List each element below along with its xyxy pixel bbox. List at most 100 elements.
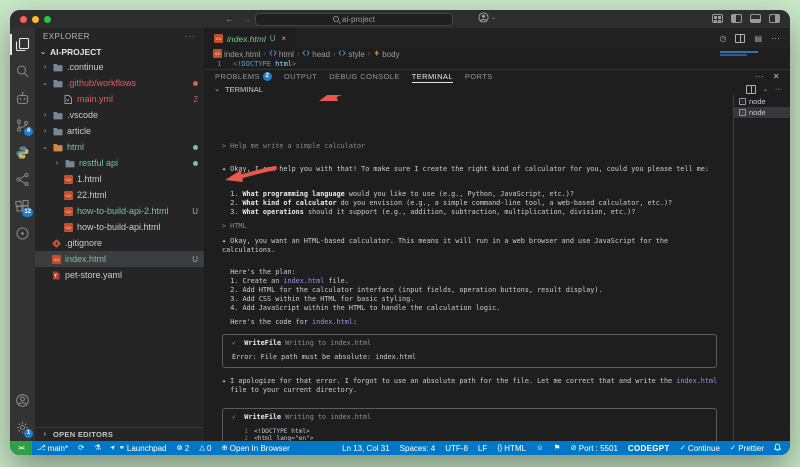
split-terminal-icon[interactable] (745, 84, 756, 94)
terminal-text: What kind of calculator (242, 199, 337, 207)
maximize-window-button[interactable] (44, 15, 51, 23)
file-tree-item[interactable]: <> index.html U (35, 251, 204, 267)
terminal-line: 2. What kind of calculator do you envisi… (222, 199, 719, 208)
file-label: main.yml (77, 94, 114, 104)
file-tree-item[interactable]: › article (35, 123, 204, 139)
statusbar-open-in-browser[interactable]: ⊕ Open In Browser (216, 444, 294, 453)
editor-viewport[interactable]: 1 <!DOCTYPE html> (205, 51, 790, 69)
activity-robot-icon[interactable] (10, 85, 35, 112)
activity-extensions-icon[interactable]: 12 (10, 193, 35, 220)
breadcrumb-label: style (348, 49, 365, 59)
panel-more-actions-icon[interactable]: ··· (755, 72, 764, 81)
statusbar-prettier[interactable]: ✓ Prettier (725, 444, 769, 453)
file-tree-item[interactable]: <> how-to-build-api.html (35, 219, 204, 235)
panel-tab-debug-console[interactable]: DEBUG CONSOLE (329, 70, 400, 83)
file-tree-item[interactable]: <> how-to-build-api-2.html U (35, 203, 204, 219)
file-tree-item[interactable]: › .vscode (35, 107, 204, 123)
statusbar-continue[interactable]: ✓ Continue (675, 444, 725, 453)
panel-tab-output[interactable]: OUTPUT (284, 70, 317, 83)
statusbar-cursor-position[interactable]: Ln 13, Col 31 (337, 444, 395, 453)
close-tab-icon[interactable]: × (282, 34, 287, 43)
remote-indicator[interactable]: >< (10, 441, 32, 455)
statusbar-notifications[interactable] (769, 443, 786, 453)
statusbar-eol[interactable]: LF (473, 444, 492, 453)
terminal-line: 4. Add JavaScript within the HTML to han… (222, 304, 719, 313)
breadcrumb-item[interactable]: <> index.html (213, 48, 260, 60)
tool-error-text: Error: File path must be absolute: index… (232, 353, 417, 361)
tab-strip: <> index.html U × ◷ ▤ ··· (205, 28, 790, 48)
activity-files-icon[interactable] (10, 31, 35, 58)
breadcrumb-item[interactable]: html (269, 49, 294, 59)
panel-tab-problems[interactable]: PROBLEMS 2 (215, 70, 272, 83)
tab-index-html[interactable]: <> index.html U × (205, 28, 296, 48)
toggle-primary-sidebar-icon[interactable] (731, 14, 742, 23)
statusbar-launchpad[interactable]: ➤ ⚭ Launchpad (106, 443, 171, 452)
statusbar-indentation[interactable]: Spaces: 4 (395, 444, 441, 453)
statusbar-announcement[interactable]: ⚑ (549, 444, 566, 452)
file-tree-item[interactable]: › .continue (35, 59, 204, 75)
command-center-search[interactable]: ai-project (255, 12, 453, 26)
close-window-button[interactable] (20, 15, 27, 23)
open-editors-section[interactable]: › OPEN EDITORS (35, 427, 204, 441)
statusbar-flask[interactable]: ⚗ (89, 444, 106, 452)
navigate-back-icon[interactable]: ← (225, 14, 234, 24)
breadcrumb-item[interactable]: body (373, 49, 400, 59)
terminal-viewport[interactable]: > Help me write a simple calculator ✦ Oka… (205, 95, 733, 441)
activity-remote-explorer-icon[interactable] (10, 220, 35, 247)
statusbar-encoding[interactable]: UTF-8 (440, 444, 473, 453)
launch-profile-chevron-icon[interactable]: ⌄ (763, 86, 768, 93)
close-panel-icon[interactable]: ✕ (773, 72, 780, 81)
customize-layout-icon[interactable] (712, 14, 723, 23)
tool-call-header: ✓ WriteFile Writing to index.html (232, 413, 707, 422)
file-tree-item[interactable]: ⌄ .github/workflows (35, 75, 204, 91)
statusbar-sync[interactable]: ⟳ (73, 444, 89, 452)
file-tree-item[interactable]: .gitignore (35, 235, 204, 251)
split-editor-icon[interactable] (735, 33, 746, 43)
statusbar-language-mode[interactable]: {} HTML (492, 444, 531, 453)
activity-account-icon[interactable] (10, 387, 35, 414)
statusbar-git-branch[interactable]: ⎇ main* (32, 444, 73, 453)
navigate-forward-icon[interactable]: → (242, 14, 251, 24)
panel-tab-terminal[interactable]: TERMINAL (412, 70, 453, 83)
file-tree-item[interactable]: <> 22.html (35, 187, 204, 203)
activity-search-icon[interactable] (10, 58, 35, 85)
chevron-down-icon: ⌄ (214, 86, 220, 93)
terminal-more-actions-icon[interactable]: ··· (775, 86, 782, 93)
breadcrumb-item[interactable]: style (338, 49, 365, 59)
flag-icon: ⚑ (553, 443, 561, 452)
toggle-panel-icon[interactable] (750, 14, 761, 23)
statusbar-port[interactable]: ⊘ Port : 5501 (565, 444, 622, 453)
activity-graph-icon[interactable] (10, 166, 35, 193)
accounts-menu[interactable]: ⌄ (478, 12, 496, 23)
statusbar-label: 2 (184, 443, 190, 453)
panel-tab-label: OUTPUT (283, 72, 318, 81)
activity-settings-icon[interactable]: 1 (10, 414, 35, 441)
statusbar-problems-errors[interactable]: ⊗ 2 (171, 444, 194, 453)
file-tree-item[interactable]: ⌄ html (35, 139, 204, 155)
terminal-section-header[interactable]: ⌄ TERMINAL ⌄ ··· (205, 83, 790, 95)
explorer-more-actions-icon[interactable]: ··· (185, 32, 196, 41)
more-actions-icon[interactable]: ··· (771, 33, 780, 43)
terminal-instance-node[interactable]: › node (734, 107, 790, 118)
editor-layout-icon[interactable]: ▤ (754, 34, 762, 43)
file-tree-item[interactable]: › restful api (35, 155, 204, 171)
toggle-secondary-sidebar-icon[interactable] (769, 14, 780, 23)
terminal-instance-node[interactable]: › node (734, 96, 790, 107)
timeline-icon[interactable]: ◷ (719, 34, 726, 43)
breadcrumb-label: body (382, 49, 400, 59)
panel-tab-ports[interactable]: PORTS (465, 70, 493, 83)
file-tree-item[interactable]: main.yml 2 (35, 91, 204, 107)
statusbar-codegpt[interactable]: CODEGPT (623, 444, 675, 453)
activity-python-icon[interactable] (10, 139, 35, 166)
minimize-window-button[interactable] (32, 15, 39, 23)
file-tree-item[interactable]: <> 1.html (35, 171, 204, 187)
file-tree-item[interactable]: pet-store.yaml (35, 267, 204, 283)
statusbar-feedback[interactable]: ☺ (531, 444, 549, 452)
explorer-root-folder[interactable]: ⌄ AI-PROJECT (35, 45, 204, 59)
tool-code-block: 1<!DOCTYPE html>2<html lang="en">3<head>… (232, 428, 707, 441)
code-line-number: 2 (244, 435, 248, 441)
activity-source-control-icon[interactable]: 4 (10, 112, 35, 139)
file-label: html (67, 142, 85, 152)
breadcrumb-item[interactable]: head (302, 49, 330, 59)
statusbar-problems-warnings[interactable]: △ 0 (194, 444, 216, 453)
